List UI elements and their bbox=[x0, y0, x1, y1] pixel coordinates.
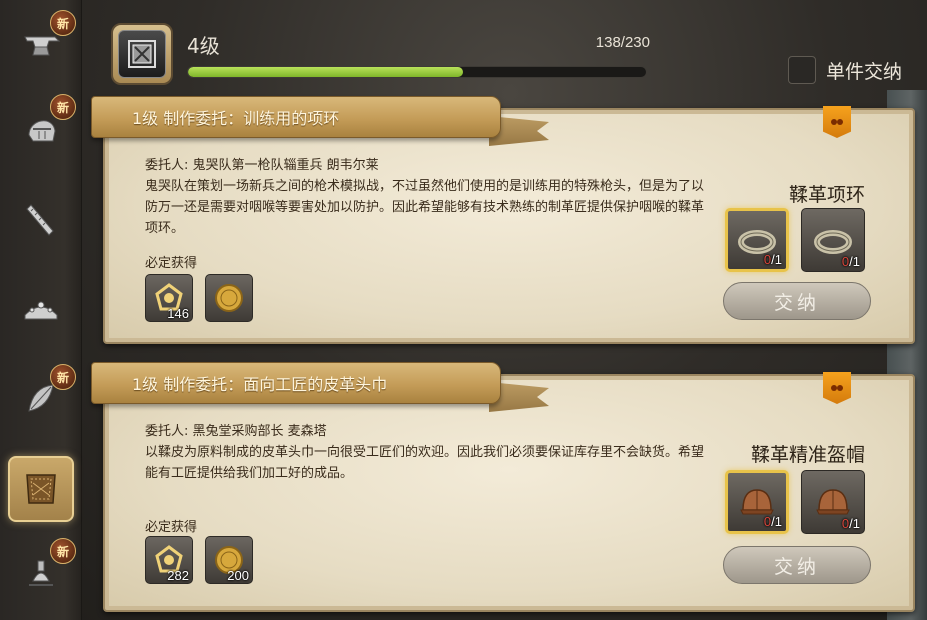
exp-counter: 138/230 bbox=[595, 34, 650, 51]
item-slot-list: 0/1 0/1 bbox=[725, 208, 865, 272]
single-submit-checkbox[interactable] bbox=[788, 56, 816, 84]
exp-progress-bar bbox=[187, 66, 647, 78]
sidebar-item-leatherworker[interactable] bbox=[8, 456, 74, 522]
new-badge: 新 bbox=[50, 94, 76, 120]
reward-gil[interactable]: 200 bbox=[205, 536, 253, 584]
item-count: 0/1 bbox=[841, 516, 860, 531]
submit-item-slot[interactable]: 0/1 bbox=[725, 208, 789, 272]
reward-list: 282 200 bbox=[145, 536, 253, 584]
gil-coin-icon bbox=[215, 284, 243, 312]
quest-client: 委托人: 黑兔堂采购部长 麦森塔 bbox=[145, 424, 327, 439]
submit-button[interactable]: 交纳 bbox=[723, 282, 871, 320]
tiara-icon bbox=[24, 301, 58, 320]
submit-button[interactable]: 交纳 bbox=[723, 546, 871, 584]
target-item-name: 鞣革项环 bbox=[788, 184, 865, 206]
item-slot-list: 0/1 0/1 bbox=[725, 470, 865, 534]
reward-scrip[interactable]: 146 bbox=[145, 274, 193, 322]
quest-bookmark-icon bbox=[823, 372, 851, 404]
item-count: 0/1 bbox=[841, 254, 860, 269]
category-sidebar: 新 新 新 新 bbox=[0, 0, 82, 620]
reward-count: 200 bbox=[227, 568, 249, 583]
exp-progress-fill bbox=[188, 67, 463, 77]
reward-label: 必定获得 bbox=[145, 256, 198, 271]
sidebar-item-carpenter[interactable] bbox=[8, 186, 74, 252]
quest-card: 1级 制作委托：面向工匠的皮革头巾 委托人: 黑兔堂采购部长 麦森塔 以鞣皮为原… bbox=[91, 362, 915, 612]
sidebar-item-armorer[interactable]: 新 bbox=[8, 94, 76, 162]
leather-emblem-icon bbox=[128, 40, 156, 68]
sidebar-item-alchemist[interactable]: 新 bbox=[8, 538, 76, 606]
new-badge: 新 bbox=[50, 538, 76, 564]
quest-title: 1级 制作委托：训练用的项环 bbox=[132, 109, 340, 128]
leatherworker-level-emblem bbox=[111, 23, 173, 85]
leather-icon bbox=[26, 474, 56, 504]
quest-description: 以鞣皮为原料制成的皮革头巾一向很受工匠们的欢迎。因此我们必须要保证库存里不会缺货… bbox=[145, 445, 705, 481]
quest-title: 1级 制作委托：面向工匠的皮革头巾 bbox=[132, 375, 388, 394]
target-item-name: 鞣革精准盔帽 bbox=[750, 444, 865, 466]
saw-icon bbox=[26, 204, 54, 236]
reward-count: 282 bbox=[167, 568, 189, 583]
level-label: 4级 bbox=[187, 34, 220, 58]
item-count: 0/1 bbox=[763, 514, 782, 529]
quest-client: 委托人: 鬼哭队第一枪队辎重兵 朗韦尔莱 bbox=[145, 158, 379, 173]
quest-description: 鬼哭队在策划一场新兵之间的枪术模拟战，不过虽然他们使用的是训练用的特殊枪头，但是… bbox=[145, 179, 705, 236]
quest-title-ribbon: 1级 制作委托：训练用的项环 bbox=[91, 96, 501, 138]
submit-item-slot[interactable]: 0/1 bbox=[725, 470, 789, 534]
submit-item-slot[interactable]: 0/1 bbox=[801, 208, 865, 272]
new-badge: 新 bbox=[50, 364, 76, 390]
reward-label: 必定获得 bbox=[145, 520, 198, 535]
item-count: 0/1 bbox=[763, 252, 782, 267]
sidebar-item-goldsmith[interactable] bbox=[8, 274, 74, 340]
new-badge: 新 bbox=[50, 10, 76, 36]
reward-count: 146 bbox=[167, 306, 189, 321]
reward-list: 146 bbox=[145, 274, 253, 322]
single-submit-label: 单件交纳 bbox=[826, 60, 903, 83]
quest-title-ribbon: 1级 制作委托：面向工匠的皮革头巾 bbox=[91, 362, 501, 404]
single-submit-toggle[interactable]: 单件交纳 bbox=[788, 56, 902, 84]
submit-item-slot[interactable]: 0/1 bbox=[801, 470, 865, 534]
reward-scrip[interactable]: 282 bbox=[145, 536, 193, 584]
quest-bookmark-icon bbox=[823, 106, 851, 138]
sidebar-item-weaver[interactable]: 新 bbox=[8, 364, 76, 432]
reward-gil[interactable] bbox=[205, 274, 253, 322]
quest-card: 1级 制作委托：训练用的项环 委托人: 鬼哭队第一枪队辎重兵 朗韦尔莱 鬼哭队在… bbox=[91, 96, 915, 344]
sidebar-item-blacksmith[interactable]: 新 bbox=[8, 10, 76, 78]
